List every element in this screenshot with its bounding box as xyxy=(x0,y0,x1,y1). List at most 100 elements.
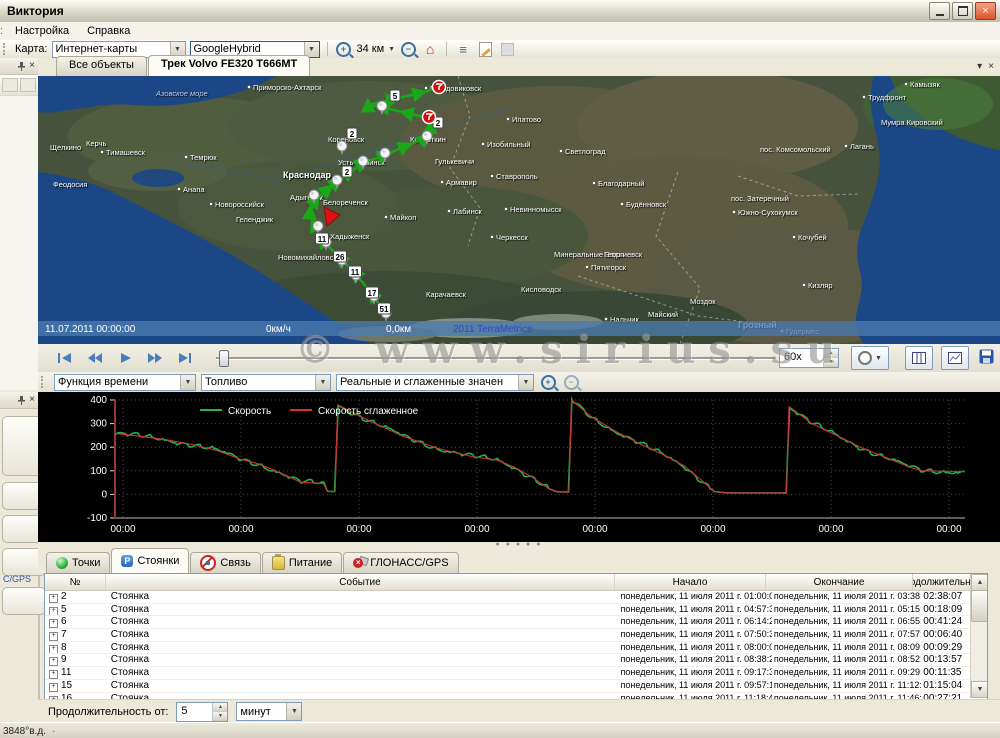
table-view-button[interactable] xyxy=(905,346,933,370)
menu-settings[interactable]: Настройка xyxy=(6,23,78,39)
fuel-event-marker[interactable] xyxy=(423,111,436,124)
track-count-badge[interactable]: 26 xyxy=(334,251,347,262)
close-button[interactable]: × xyxy=(975,2,996,20)
fuel-event-marker[interactable] xyxy=(433,81,446,94)
power-icon xyxy=(272,556,285,570)
timeline-slider[interactable] xyxy=(216,348,776,368)
expand-icon[interactable]: + xyxy=(49,683,58,692)
duration-unit-combo[interactable]: минут▼ xyxy=(236,702,302,721)
fast-forward-button[interactable] xyxy=(142,347,168,369)
tab-all-objects[interactable]: Все объекты xyxy=(56,56,147,76)
expand-icon[interactable]: + xyxy=(49,619,58,628)
tab-power[interactable]: Питание xyxy=(262,552,342,573)
maximize-button[interactable] xyxy=(952,2,973,20)
tab-glonass[interactable]: ×ГЛОНАСС/GPS xyxy=(343,552,458,573)
play-button[interactable] xyxy=(112,347,138,369)
zoom-scale-value[interactable]: 34 км xyxy=(357,43,385,55)
y-axis-tick-label: 300 xyxy=(90,419,107,430)
close-panel-icon[interactable]: × xyxy=(29,395,35,405)
column-header[interactable]: Событие xyxy=(106,574,615,590)
list-icon[interactable]: ≡ xyxy=(454,41,472,57)
chart-view-button[interactable] xyxy=(941,346,969,370)
balloon-toggle-button[interactable]: ▼ xyxy=(851,346,889,370)
skip-start-button[interactable] xyxy=(52,347,78,369)
chart-zoom-in-icon[interactable]: + xyxy=(539,374,557,390)
map-place-label: Лабинск xyxy=(453,207,482,216)
expand-icon[interactable]: + xyxy=(49,670,58,679)
table-row[interactable]: +7Стоянкапонедельник, 11 июля 2011 г. 07… xyxy=(45,629,987,642)
tab-dropdown-icon[interactable]: ▾ xyxy=(977,61,982,72)
column-header[interactable]: Начало xyxy=(615,574,766,590)
track-count-badge[interactable]: 11 xyxy=(316,233,329,244)
y-axis-tick-label: 100 xyxy=(90,466,107,477)
table-row[interactable]: +9Стоянкапонедельник, 11 июля 2011 г. 08… xyxy=(45,654,987,667)
column-header[interactable]: Продолжительность xyxy=(913,574,976,590)
tab-track[interactable]: Трек Volvo FE320 Т666МТ xyxy=(148,55,310,76)
table-header: №СобытиеНачалоОкончаниеПродолжительность xyxy=(45,574,987,591)
speed-spinner[interactable]: 60x ▲▼ xyxy=(779,348,839,368)
tab-label: Связь xyxy=(220,557,250,569)
track-count-badge[interactable]: 17 xyxy=(366,287,379,298)
close-panel-icon[interactable]: × xyxy=(29,61,35,71)
svg-text:11: 11 xyxy=(318,235,327,244)
legend-speed-label: Скорость xyxy=(228,406,271,417)
track-count-badge[interactable]: 2 xyxy=(342,166,352,177)
table-row[interactable]: +2Стоянкапонедельник, 11 июля 2011 г. 01… xyxy=(45,591,987,604)
track-count-badge[interactable]: 2 xyxy=(347,128,357,139)
pin-icon[interactable] xyxy=(17,395,25,405)
expand-icon[interactable]: + xyxy=(49,594,58,603)
track-count-badge[interactable]: 11 xyxy=(349,266,362,277)
save-button[interactable] xyxy=(979,349,994,367)
toolbar-grip xyxy=(3,43,8,55)
chart-function-combo[interactable]: Функция времени▼ xyxy=(54,374,196,391)
map-view[interactable]: Азовское мореПриморско-АхтарскГородовико… xyxy=(38,76,1000,345)
svg-text:2: 2 xyxy=(345,168,350,177)
svg-text:2: 2 xyxy=(350,130,355,139)
table-row[interactable]: +11Стоянкапонедельник, 11 июля 2011 г. 0… xyxy=(45,667,987,680)
expand-icon[interactable]: + xyxy=(49,632,58,641)
table-row[interactable]: +6Стоянкапонедельник, 11 июля 2011 г. 06… xyxy=(45,616,987,629)
scroll-thumb[interactable] xyxy=(971,590,988,622)
menu-help[interactable]: Справка xyxy=(78,23,139,39)
map-place-label: Новороссийск xyxy=(215,200,265,209)
scroll-up-icon: ▲ xyxy=(971,574,988,591)
skip-end-button[interactable] xyxy=(172,347,198,369)
home-icon[interactable]: ⌂ xyxy=(421,41,439,57)
chart-zoom-out-icon[interactable]: − xyxy=(562,374,580,390)
pin-icon[interactable] xyxy=(17,61,25,71)
slider-thumb[interactable] xyxy=(219,350,229,367)
map-copyright: 2011 TerraMetrics xyxy=(453,324,532,335)
minimize-button[interactable] xyxy=(929,2,950,20)
table-row[interactable]: +8Стоянкапонедельник, 11 июля 2011 г. 08… xyxy=(45,642,987,655)
chart-mode-combo[interactable]: Реальные и сглаженные значен▼ xyxy=(336,374,534,391)
expand-icon[interactable]: + xyxy=(49,645,58,654)
column-header[interactable]: № xyxy=(45,574,106,590)
map-place-label: Краснодар xyxy=(283,170,332,180)
edit-icon[interactable] xyxy=(476,41,494,57)
expand-icon[interactable]: + xyxy=(49,657,58,666)
map-place-label: Анапа xyxy=(183,185,205,194)
zoom-in-icon[interactable]: + xyxy=(335,41,353,57)
tab-parking[interactable]: PСтоянки xyxy=(111,548,189,573)
duration-value-spinner[interactable]: 5 ▲▼ xyxy=(176,702,228,722)
status-bar: 3848°в.д. · xyxy=(0,722,1000,738)
tab-no-signal[interactable]: Связь xyxy=(190,552,260,573)
map-tab-bar: Все объекты Трек Volvo FE320 Т666МТ ▾ × xyxy=(38,58,1000,77)
rewind-button[interactable] xyxy=(82,347,108,369)
tab-close-icon[interactable]: × xyxy=(988,61,994,72)
chevron-down-icon: ▼ xyxy=(180,375,195,390)
chart-parameter-combo[interactable]: Топливо▼ xyxy=(201,374,331,391)
track-count-badge[interactable]: 51 xyxy=(378,303,391,314)
zoom-scale-dropdown-icon[interactable]: ▼ xyxy=(388,46,395,53)
speed-chart[interactable]: 4003002001000-10000:0000:0000:0000:0000:… xyxy=(38,392,1000,542)
clipped-tool-button[interactable] xyxy=(2,587,46,615)
zoom-out-icon[interactable]: − xyxy=(399,41,417,57)
table-row[interactable]: +15Стоянкапонедельник, 11 июля 2011 г. 0… xyxy=(45,680,987,693)
balloon-icon xyxy=(858,351,872,365)
vertical-scrollbar[interactable]: ▲ ▼ xyxy=(970,574,987,698)
table-row[interactable]: +5Стоянкапонедельник, 11 июля 2011 г. 04… xyxy=(45,604,987,617)
track-count-badge[interactable]: 5 xyxy=(390,90,400,101)
tab-point[interactable]: Точки xyxy=(46,552,110,573)
expand-icon[interactable]: + xyxy=(49,607,58,616)
column-header[interactable]: Окончание xyxy=(766,574,913,590)
